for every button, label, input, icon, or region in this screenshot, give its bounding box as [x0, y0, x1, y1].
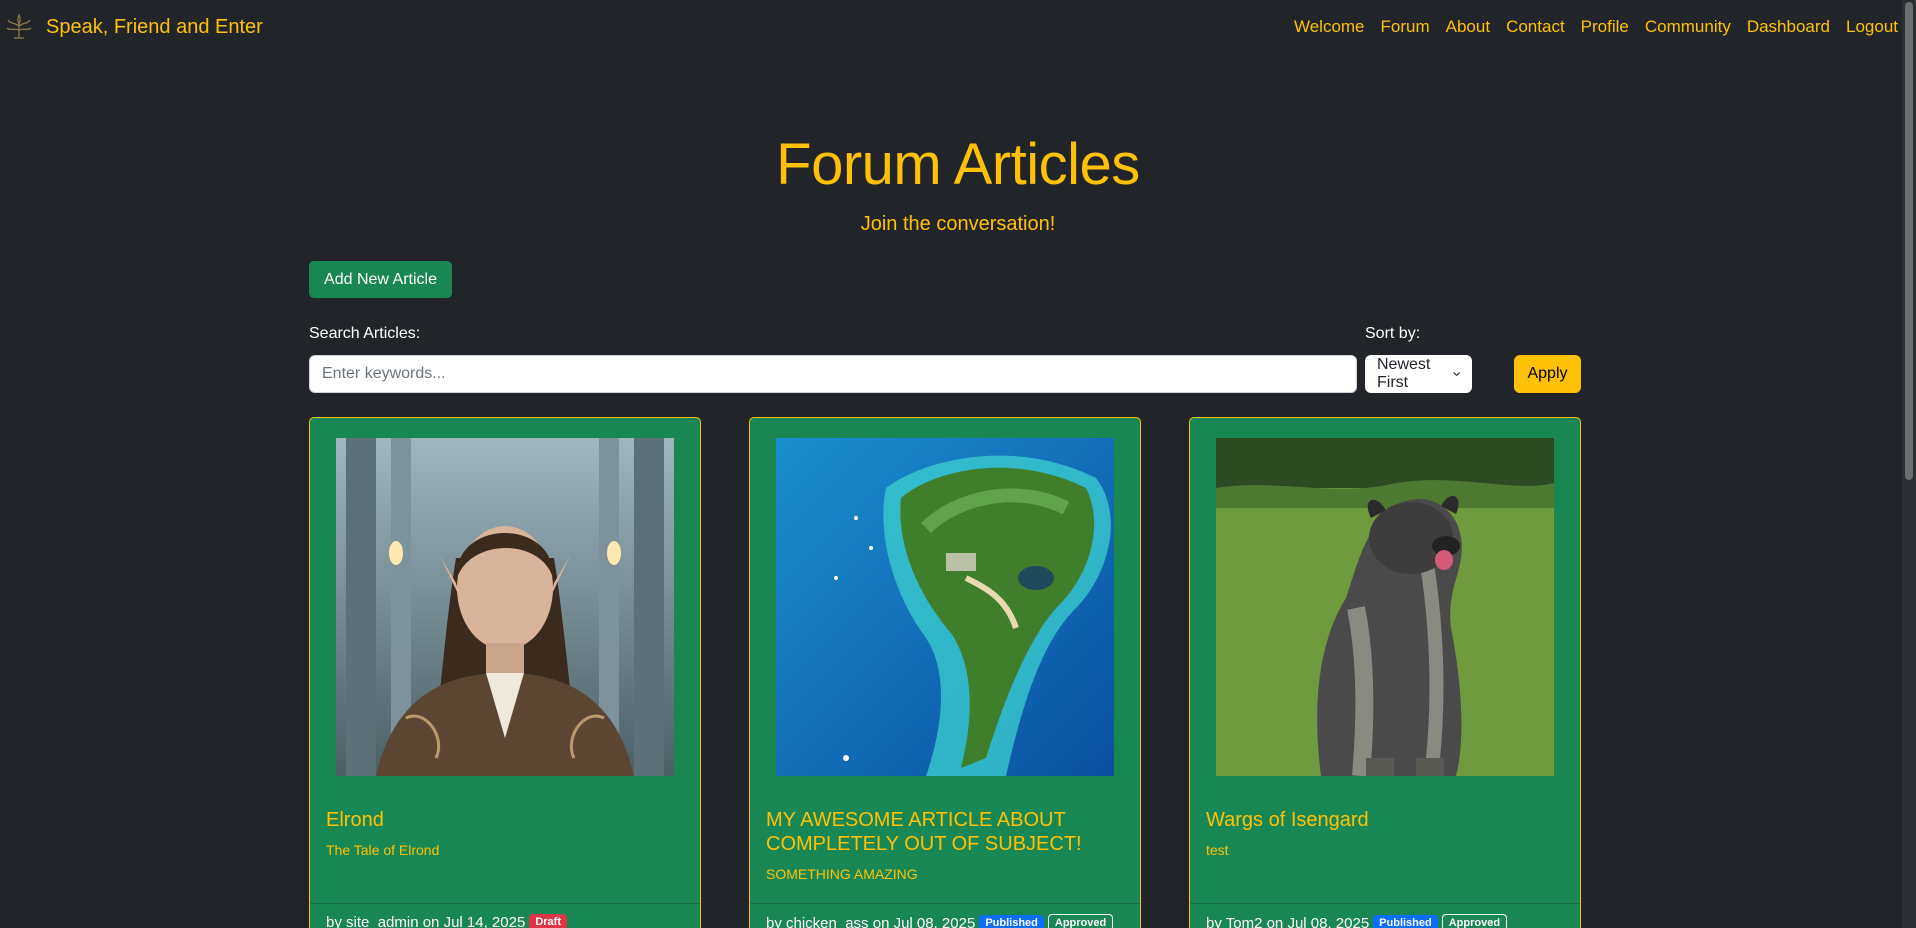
page-header: Forum Articles Join the conversation!	[0, 136, 1916, 236]
article-card-body: MY AWESOME ARTICLE ABOUT COMPLETELY OUT …	[766, 808, 1124, 882]
article-byline: by site_admin on Jul 14, 2025	[326, 914, 526, 928]
sort-selected-value: Newest First	[1377, 356, 1431, 391]
article-byline: by chicken_ass on Jul 08, 2025	[766, 915, 976, 928]
top-navbar: Speak, Friend and Enter Welcome Forum Ab…	[0, 0, 1916, 54]
status-badge-published: Published	[979, 915, 1044, 928]
scrollbar-thumb[interactable]	[1905, 2, 1913, 480]
article-card-body: Elrond The Tale of Elrond	[326, 808, 684, 858]
nav-link-community[interactable]: Community	[1645, 17, 1731, 37]
article-card[interactable]: Wargs of Isengard test by Tom2 on Jul 08…	[1189, 417, 1581, 928]
article-footer: by chicken_ass on Jul 08, 2025 Published…	[750, 903, 1140, 928]
article-footer: by Tom2 on Jul 08, 2025 Published Approv…	[1190, 903, 1580, 928]
page-scrollbar[interactable]	[1902, 0, 1916, 928]
status-badge-published: Published	[1373, 915, 1438, 928]
page-subtitle: Join the conversation!	[860, 213, 1056, 235]
nav-link-forum[interactable]: Forum	[1381, 17, 1430, 37]
article-footer: by site_admin on Jul 14, 2025 Draft	[310, 903, 700, 928]
article-byline: by Tom2 on Jul 08, 2025	[1206, 915, 1370, 928]
article-card[interactable]: Elrond The Tale of Elrond by site_admin …	[309, 417, 701, 928]
tree-emblem-icon	[6, 13, 32, 39]
article-subtitle: SOMETHING AMAZING	[766, 866, 918, 882]
search-label: Search Articles:	[309, 325, 421, 342]
brand-link[interactable]: Speak, Friend and Enter	[4, 12, 263, 42]
chevron-down-icon	[1452, 372, 1460, 377]
sort-label: Sort by:	[1365, 325, 1421, 342]
article-image-dog[interactable]	[1216, 438, 1554, 776]
nav-link-contact[interactable]: Contact	[1506, 17, 1565, 37]
article-image-elf[interactable]	[336, 438, 674, 776]
search-input[interactable]	[309, 355, 1357, 393]
brand-name: Speak, Friend and Enter	[46, 15, 263, 38]
article-title[interactable]: Elrond	[326, 808, 684, 832]
nav-links: Welcome Forum About Contact Profile Comm…	[1294, 17, 1898, 37]
article-title[interactable]: MY AWESOME ARTICLE ABOUT COMPLETELY OUT …	[766, 808, 1124, 856]
apply-sort-button[interactable]: Apply	[1514, 355, 1581, 393]
sort-select[interactable]: Newest First	[1365, 355, 1472, 393]
article-title[interactable]: Wargs of Isengard	[1206, 808, 1564, 832]
nav-link-logout[interactable]: Logout	[1846, 17, 1898, 37]
article-subtitle: The Tale of Elrond	[326, 842, 440, 858]
article-card-body: Wargs of Isengard test	[1206, 808, 1564, 858]
status-badge-approved: Approved	[1441, 914, 1508, 928]
article-subtitle: test	[1206, 842, 1229, 858]
article-image-island[interactable]	[776, 438, 1114, 776]
nav-link-about[interactable]: About	[1446, 17, 1490, 37]
nav-link-dashboard[interactable]: Dashboard	[1747, 17, 1830, 37]
status-badge-approved: Approved	[1047, 914, 1114, 928]
nav-link-profile[interactable]: Profile	[1581, 17, 1629, 37]
nav-link-welcome[interactable]: Welcome	[1294, 17, 1365, 37]
status-badge-draft: Draft	[529, 914, 567, 928]
article-card[interactable]: MY AWESOME ARTICLE ABOUT COMPLETELY OUT …	[749, 417, 1141, 928]
page-title: Forum Articles	[776, 132, 1140, 197]
add-new-article-button[interactable]: Add New Article	[309, 261, 452, 298]
